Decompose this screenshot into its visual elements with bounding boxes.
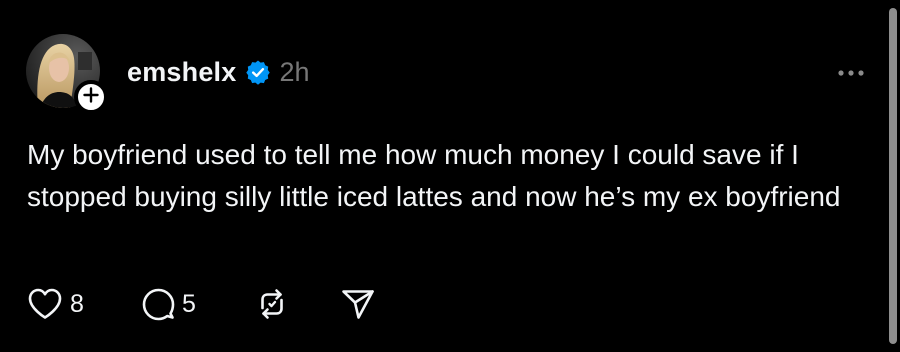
author-avatar-wrap[interactable] <box>26 34 108 114</box>
more-options-button[interactable] <box>836 66 866 78</box>
thread-post: emshelx 2h My boyfriend used to tell me … <box>0 0 900 352</box>
repost-icon <box>254 286 290 322</box>
plus-icon <box>83 86 99 108</box>
more-horizontal-icon <box>836 66 866 83</box>
scrollbar[interactable] <box>889 8 897 344</box>
reply-count: 5 <box>182 289 196 318</box>
like-count: 8 <box>70 289 84 318</box>
post-time: 2h <box>279 56 310 87</box>
reply-button[interactable]: 5 <box>140 284 196 324</box>
repost-button[interactable] <box>254 284 290 324</box>
send-icon <box>340 286 376 322</box>
post-header: emshelx 2h <box>127 56 310 88</box>
username[interactable]: emshelx <box>127 57 236 88</box>
like-button[interactable]: 8 <box>26 284 84 324</box>
post-text: My boyfriend used to tell me how much mo… <box>27 139 841 212</box>
follow-button[interactable] <box>74 80 108 114</box>
comment-bubble-icon <box>140 286 176 322</box>
post-actions: 8 5 <box>26 284 406 324</box>
heart-icon <box>26 286 64 322</box>
verified-badge-icon <box>245 59 271 85</box>
share-button[interactable] <box>340 284 376 324</box>
